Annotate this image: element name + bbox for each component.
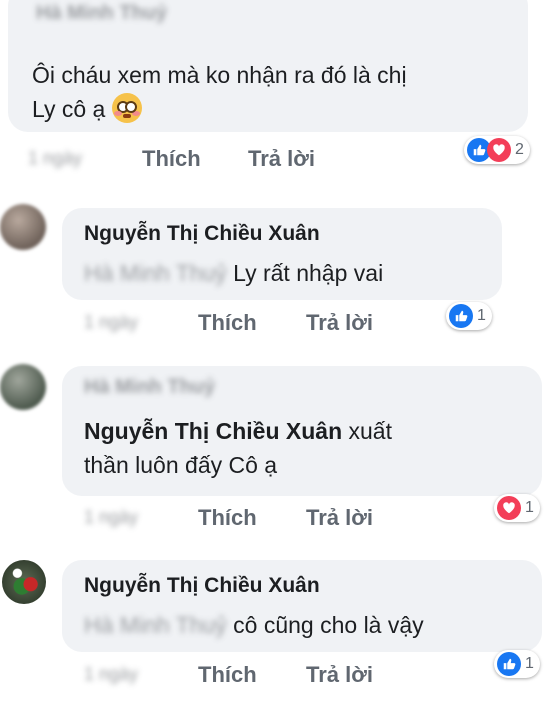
like-button[interactable]: Thích [198,505,257,531]
like-reaction-icon [449,304,473,328]
reaction-count: 1 [525,499,534,516]
reply-button[interactable]: Trả lời [306,662,373,688]
comment-time: 1 ngày [84,507,139,527]
love-reaction-icon [497,496,521,520]
mention-link[interactable]: Nguyễn Thị Chiều Xuân [84,418,342,444]
comment-text-4: Hà Minh Thuỷ cô cũng cho là vậy [84,608,424,642]
love-reaction-icon [487,138,511,162]
avatar[interactable] [2,560,46,604]
reaction-count: 1 [477,307,486,324]
reply-button[interactable]: Trả lời [306,505,373,531]
comment-time: 1 ngày [84,664,139,684]
comment-reactions-4[interactable]: 1 [494,650,540,678]
comment-time: 1 ngày [28,148,83,168]
mention-link[interactable]: Hà Minh Thuỷ [84,256,227,290]
comment-reactions-3[interactable]: 1 [494,494,540,522]
like-reaction-icon [497,652,521,676]
reaction-count: 1 [525,655,534,672]
like-button[interactable]: Thích [198,310,257,336]
reaction-count: 2 [515,141,524,158]
comment-author-1[interactable]: Hà Minh Thuỷ [36,2,167,25]
comment-text-3: Nguyễn Thị Chiều Xuân xuất thần luôn đấy… [84,418,392,478]
avatar[interactable] [0,364,46,410]
comment-author-3[interactable]: Hà Minh Thuỷ [84,376,215,399]
comment-reactions-2[interactable]: 1 [446,302,492,330]
comment-text-2: Hà Minh Thuỷ Ly rất nhập vai [84,256,383,290]
reply-button[interactable]: Trả lời [248,146,315,172]
mention-link[interactable]: Hà Minh Thuỷ [84,608,227,642]
reply-button[interactable]: Trả lời [306,310,373,336]
comment-author-4[interactable]: Nguyễn Thị Chiều Xuân [84,574,320,598]
comment-time: 1 ngày [84,312,139,332]
comment-text-1: Ôi cháu xem mà ko nhận ra đó là chị Ly c… [32,62,407,123]
like-button[interactable]: Thích [198,662,257,688]
comment-author-2[interactable]: Nguyễn Thị Chiều Xuân [84,222,320,246]
comment-reactions-1[interactable]: 2 [464,136,530,164]
like-button[interactable]: Thích [142,146,201,172]
flushed-face-emoji-icon [111,93,142,123]
avatar[interactable] [0,204,46,250]
